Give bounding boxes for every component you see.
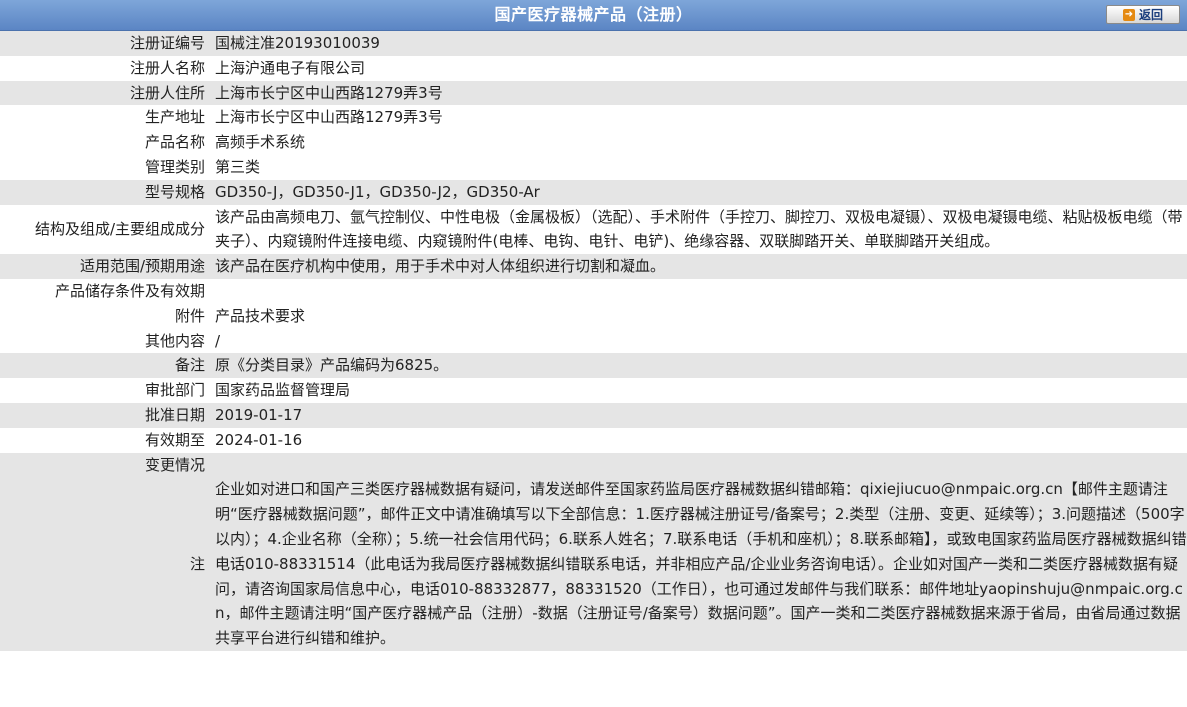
- row-label: 生产地址: [0, 105, 207, 131]
- table-row: 结构及组成/主要组成成分 该产品由高频电刀、氩气控制仪、中性电极（金属极板）（选…: [0, 204, 1187, 255]
- table-row: 适用范围/预期用途 该产品在医疗机构中使用，用于手术中对人体组织进行切割和凝血。: [0, 254, 1187, 279]
- row-value: [207, 278, 1187, 304]
- back-button[interactable]: ➜ 返回: [1106, 5, 1180, 24]
- row-value: [207, 452, 1187, 478]
- row-value: 产品技术要求: [207, 303, 1187, 329]
- table-row: 生产地址 上海市长宁区中山西路1279弄3号: [0, 105, 1187, 131]
- note-label: 注: [0, 477, 207, 651]
- row-value: 2019-01-17: [207, 402, 1187, 428]
- row-label: 管理类别: [0, 154, 207, 180]
- row-label: 注册人住所: [0, 80, 207, 106]
- row-label: 结构及组成/主要组成成分: [0, 204, 207, 255]
- row-value: 上海沪通电子有限公司: [207, 55, 1187, 81]
- row-label: 注册人名称: [0, 55, 207, 81]
- back-button-label: 返回: [1138, 8, 1163, 22]
- row-value: GD350-J，GD350-J1，GD350-J2，GD350-Ar: [207, 179, 1187, 205]
- row-label: 变更情况: [0, 452, 207, 478]
- row-label: 批准日期: [0, 402, 207, 428]
- row-label: 适用范围/预期用途: [0, 254, 207, 279]
- row-label: 其他内容: [0, 328, 207, 354]
- table-row: 注册证编号 国械注准20193010039: [0, 31, 1187, 56]
- row-value: 2024-01-16: [207, 427, 1187, 453]
- row-value: 高频手术系统: [207, 130, 1187, 155]
- row-label: 备注: [0, 353, 207, 379]
- row-label: 产品储存条件及有效期: [0, 278, 207, 304]
- table-row: 附件 产品技术要求: [0, 303, 1187, 329]
- row-value: 上海市长宁区中山西路1279弄3号: [207, 105, 1187, 131]
- note-text: 企业如对进口和国产三类医疗器械数据有疑问，请发送邮件至国家药监局医疗器械数据纠错…: [207, 477, 1187, 651]
- row-value: 原《分类目录》产品编码为6825。: [207, 353, 1187, 379]
- table-row: 批准日期 2019-01-17: [0, 402, 1187, 428]
- table-row: 有效期至 2024-01-16: [0, 427, 1187, 453]
- row-label: 产品名称: [0, 130, 207, 155]
- table-row: 注册人名称 上海沪通电子有限公司: [0, 55, 1187, 81]
- row-value: /: [207, 328, 1187, 354]
- table-row: 备注 原《分类目录》产品编码为6825。: [0, 353, 1187, 379]
- row-value: 上海市长宁区中山西路1279弄3号: [207, 80, 1187, 106]
- header-bar: 国产医疗器械产品（注册） ➜ 返回: [0, 0, 1187, 31]
- registration-info-table: 注册证编号 国械注准20193010039 注册人名称 上海沪通电子有限公司 注…: [0, 31, 1187, 651]
- row-value: 第三类: [207, 154, 1187, 180]
- note-row: 注 企业如对进口和国产三类医疗器械数据有疑问，请发送邮件至国家药监局医疗器械数据…: [0, 477, 1187, 651]
- row-label: 注册证编号: [0, 31, 207, 56]
- table-row: 注册人住所 上海市长宁区中山西路1279弄3号: [0, 80, 1187, 106]
- row-value: 国械注准20193010039: [207, 31, 1187, 56]
- table-row: 产品名称 高频手术系统: [0, 130, 1187, 155]
- row-label: 附件: [0, 303, 207, 329]
- row-label: 型号规格: [0, 179, 207, 205]
- arrow-right-icon: ➜: [1122, 8, 1135, 21]
- table-row: 其他内容 /: [0, 328, 1187, 354]
- table-row: 变更情况: [0, 452, 1187, 478]
- row-value: 国家药品监督管理局: [207, 378, 1187, 403]
- page-title: 国产医疗器械产品（注册）: [494, 5, 693, 24]
- row-label: 有效期至: [0, 427, 207, 453]
- table-row: 审批部门 国家药品监督管理局: [0, 378, 1187, 403]
- table-row: 产品储存条件及有效期: [0, 278, 1187, 304]
- row-label: 审批部门: [0, 378, 207, 403]
- row-value: 该产品由高频电刀、氩气控制仪、中性电极（金属极板）（选配）、手术附件（手控刀、脚…: [207, 204, 1187, 255]
- row-value: 该产品在医疗机构中使用，用于手术中对人体组织进行切割和凝血。: [207, 254, 1187, 279]
- table-row: 管理类别 第三类: [0, 154, 1187, 180]
- table-row: 型号规格 GD350-J，GD350-J1，GD350-J2，GD350-Ar: [0, 179, 1187, 205]
